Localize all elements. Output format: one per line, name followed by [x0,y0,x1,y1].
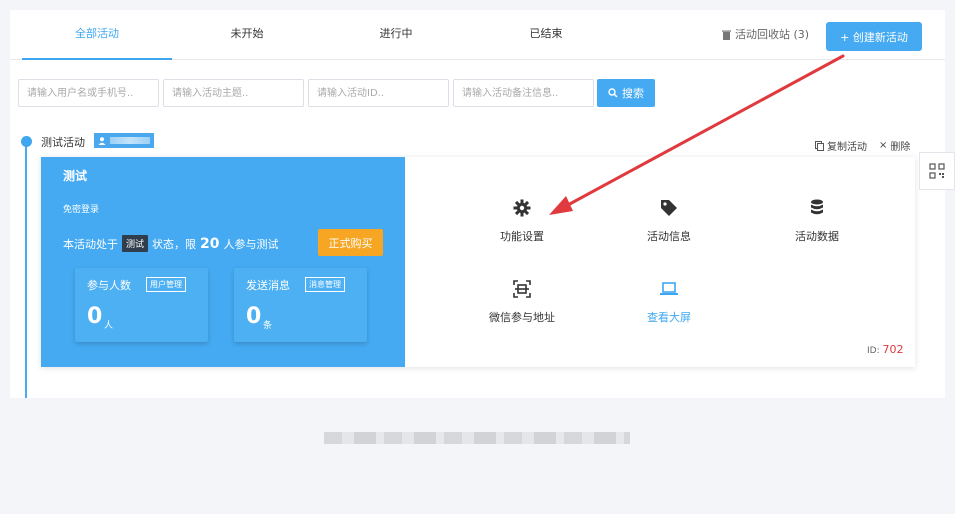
tab-not-started[interactable]: 未开始 [172,10,322,60]
create-activity-button[interactable]: + 创建新活动 [826,22,922,51]
activity-id: ID: 702 [867,343,904,356]
scan-icon [513,280,531,298]
user-manage-button[interactable]: 用户管理 [146,277,186,292]
participants-unit: 人 [104,321,114,331]
participants-label: 参与人数 [87,279,131,292]
timeline-dot [21,136,32,147]
feature-wechat-url[interactable]: 微信参与地址 [467,279,577,325]
copy-icon [815,140,824,151]
feature-info-label: 活动信息 [647,230,691,243]
purchase-button[interactable]: 正式购买 [318,229,383,256]
timeline-line [25,143,27,398]
participants-stat: 参与人数 用户管理 0 人 [75,268,208,342]
note-search-input[interactable] [453,79,594,107]
footer-blurred-text [324,432,630,444]
recycle-bin-label: 活动回收站 (3) [735,28,810,41]
activity-id-value: 702 [882,343,904,356]
tab-ended[interactable]: 已结束 [471,10,621,60]
recycle-bin-link[interactable]: 活动回收站 (3) [722,10,809,60]
feature-settings[interactable]: 功能设置 [467,198,577,244]
activity-card: 测试 免密登录 本活动处于 测试 状态，限 20 人参与测试 正式购买 参与人数… [41,157,915,367]
participants-count: 0 [87,304,103,329]
tab-all[interactable]: 全部活动 [22,10,172,60]
feature-wechat-url-label: 微信参与地址 [489,311,555,324]
messages-stat: 发送消息 消息管理 0 条 [234,268,367,342]
search-icon [608,88,618,98]
feature-info[interactable]: 活动信息 [614,198,724,244]
topic-search-input[interactable] [163,79,304,107]
activity-title: 测试 [63,169,88,183]
status-suffix: 人参与测试 [223,237,279,251]
message-manage-button[interactable]: 消息管理 [305,277,345,292]
qr-code-icon [929,163,945,179]
tab-bar: 全部活动 未开始 进行中 已结束 活动回收站 (3) + 创建新活动 [10,10,945,60]
user-search-input[interactable] [18,79,159,107]
copy-activity-label: 复制活动 [827,142,867,153]
status-prefix: 本活动处于 [63,237,118,251]
activity-id-prefix: ID: [867,346,880,356]
feature-settings-label: 功能设置 [500,230,544,243]
gear-icon [513,199,531,217]
activity-name: 测试活动 [41,136,85,149]
free-login-label: 免密登录 [63,205,100,215]
search-button-label: 搜索 [622,87,644,100]
messages-label: 发送消息 [246,279,290,292]
copy-activity-link[interactable]: 复制活动 [815,138,867,153]
owner-name-blurred [110,137,150,144]
main-panel: 全部活动 未开始 进行中 已结束 活动回收站 (3) + 创建新活动 搜索 测试… [10,10,945,398]
tab-in-progress[interactable]: 进行中 [321,10,471,60]
close-icon: × [879,140,888,151]
messages-count: 0 [246,304,262,329]
owner-tag [94,133,154,148]
participant-limit: 20 [200,235,220,252]
qr-code-button[interactable] [919,152,955,190]
feature-data-label: 活动数据 [795,230,839,243]
status-badge: 测试 [122,235,149,252]
tag-icon [661,200,677,216]
id-search-input[interactable] [308,79,449,107]
delete-activity-label: 删除 [890,142,911,153]
delete-activity-link[interactable]: × 删除 [879,138,910,153]
laptop-icon [660,282,678,295]
status-line: 本活动处于 测试 状态，限 20 人参与测试 [63,235,279,252]
activity-summary: 测试 免密登录 本活动处于 测试 状态，限 20 人参与测试 正式购买 参与人数… [41,157,405,367]
feature-big-screen[interactable]: 查看大屏 [614,279,724,325]
search-button[interactable]: 搜索 [597,79,655,107]
user-icon [98,136,106,145]
messages-unit: 条 [263,321,273,331]
feature-big-screen-label: 查看大屏 [647,311,691,324]
feature-data[interactable]: 活动数据 [762,198,872,244]
trash-icon [722,30,731,40]
database-icon [811,199,823,215]
status-middle: 状态，限 [152,237,197,251]
